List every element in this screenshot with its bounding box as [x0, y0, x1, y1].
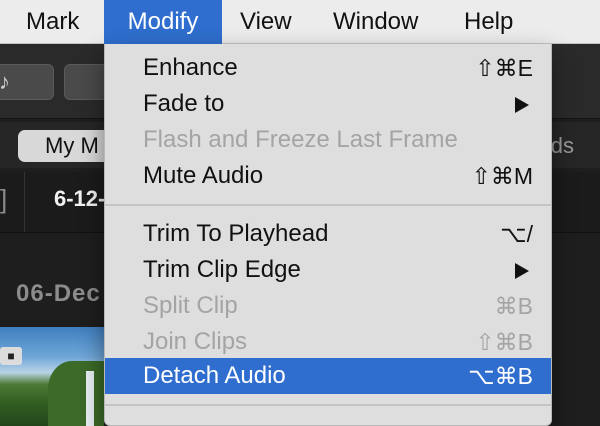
menu-separator [105, 204, 551, 206]
menu-view[interactable]: View [240, 0, 292, 44]
camera-icon: ■ [0, 347, 22, 365]
menu-item-join-clips[interactable]: Join Clips ⇧⌘B [105, 324, 551, 360]
menu-item-mute-audio[interactable]: Mute Audio ⇧⌘M [105, 158, 551, 194]
menu-item-shortcut: ⌘B [494, 293, 533, 319]
menu-bar: Mark Modify View Window Help [0, 0, 600, 44]
menu-item-shortcut: ⌥⌘B [468, 363, 533, 389]
menu-item-fade-to[interactable]: Fade to [105, 86, 551, 122]
menu-item-trim-clip-edge[interactable]: Trim Clip Edge [105, 252, 551, 288]
menu-item-label: Trim To Playhead [143, 220, 329, 247]
event-date-heading: 06-Dec [16, 280, 101, 307]
menu-separator [105, 404, 551, 406]
menu-item-label: Trim Clip Edge [143, 256, 301, 283]
menu-item-split-clip[interactable]: Split Clip ⌘B [105, 288, 551, 324]
modify-menu: Enhance ⇧⌘E Fade to Flash and Freeze Las… [104, 44, 552, 426]
tab-right-label[interactable]: ds [551, 130, 574, 162]
menu-window[interactable]: Window [333, 0, 418, 44]
menu-modify[interactable]: Modify [104, 0, 222, 44]
menu-item-label: Detach Audio [143, 362, 286, 389]
menu-item-enhance[interactable]: Enhance ⇧⌘E [105, 50, 551, 86]
menu-item-label: Fade to [143, 90, 225, 117]
menu-item-label: Enhance [143, 54, 238, 81]
clip-thumbnail[interactable]: ■ [0, 327, 104, 426]
menu-item-shortcut: ⇧⌘E [475, 55, 533, 81]
thumbnail-waterfall [86, 371, 94, 426]
media-library-button[interactable]: ♪ [0, 64, 54, 100]
bracket-icon: ] [0, 184, 8, 214]
menu-item-detach-audio[interactable]: Detach Audio ⌥⌘B [105, 358, 551, 394]
submenu-arrow-icon [515, 263, 529, 279]
menu-item-trim-to-playhead[interactable]: Trim To Playhead ⌥/ [105, 216, 551, 252]
menu-item-shortcut: ⇧⌘B [475, 329, 533, 355]
music-note-icon: ♪ [0, 69, 10, 94]
menu-item-label: Join Clips [143, 328, 248, 355]
submenu-arrow-icon [515, 97, 529, 113]
menu-item-label: Flash and Freeze Last Frame [143, 126, 458, 153]
thumbnail-landscape [48, 361, 104, 426]
menu-item-shortcut: ⇧⌘M [471, 163, 533, 189]
menu-item-label: Split Clip [143, 292, 238, 319]
tab-my-media[interactable]: My M [18, 130, 118, 162]
menu-item-flash-and-freeze[interactable]: Flash and Freeze Last Frame [105, 122, 551, 158]
menu-help[interactable]: Help [464, 0, 513, 44]
event-strip-date: 6-12- [54, 186, 106, 211]
menu-mark[interactable]: Mark [26, 0, 79, 44]
menu-item-label: Mute Audio [143, 162, 264, 189]
divider [24, 172, 25, 232]
menu-item-shortcut: ⌥/ [500, 221, 533, 247]
